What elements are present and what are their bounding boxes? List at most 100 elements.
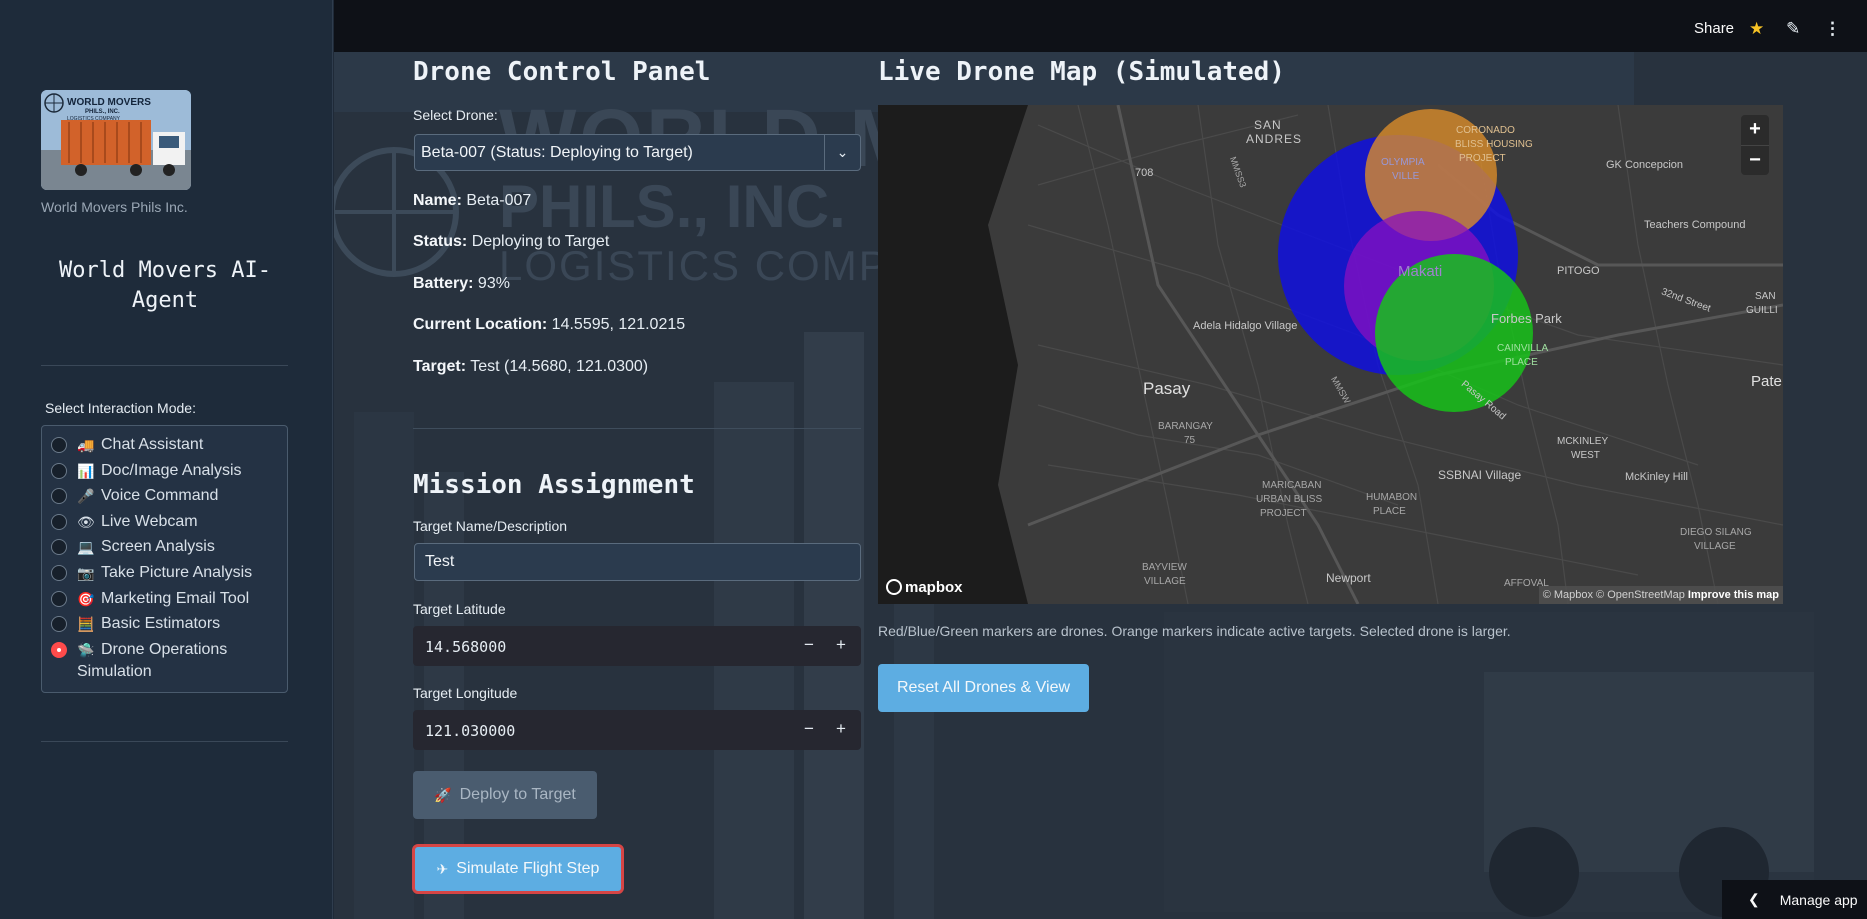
radio-button[interactable] [51, 591, 67, 607]
chevron-down-icon[interactable]: ⌄ [824, 135, 860, 170]
map-label: McKinley Hill [1625, 471, 1688, 483]
target-longitude-input[interactable]: 121.030000 − + [413, 710, 861, 750]
map-label: 708 [1135, 167, 1154, 179]
map-label: CORONADO [1456, 125, 1515, 136]
radio-button[interactable] [51, 463, 67, 479]
mode-label-text: Chat Assistant [101, 436, 204, 453]
improve-map-link[interactable]: Improve this map [1688, 589, 1779, 601]
map-label: PROJECT [1459, 153, 1506, 164]
mapbox-logo[interactable]: mapbox [886, 579, 963, 596]
battery-label: Battery: [413, 275, 474, 292]
latitude-value: 14.568000 [425, 638, 507, 656]
target-longitude-label: Target Longitude [413, 685, 518, 701]
map-label: HUMABON [1366, 492, 1418, 503]
map-label: PLACE [1373, 506, 1406, 517]
mode-label-text: Take Picture Analysis [101, 564, 253, 581]
location-label: Current Location: [413, 316, 548, 333]
mode-option-webcam[interactable]: 👁 Live Webcam [51, 511, 198, 533]
mode-option-doc-image[interactable]: 📊 Doc/Image Analysis [51, 460, 242, 482]
map-label: SAN [1755, 291, 1776, 302]
radio-button[interactable] [51, 616, 67, 632]
more-menu-icon[interactable]: ⋮ [1824, 19, 1841, 39]
target-latitude-input[interactable]: 14.568000 − + [413, 626, 861, 666]
mode-option-estimators[interactable]: 🧮 Basic Estimators [51, 613, 220, 635]
map-label: PITOGO [1557, 265, 1600, 277]
map-label: Pate [1751, 373, 1782, 390]
deploy-to-target-button[interactable]: 🚀 Deploy to Target [413, 771, 597, 819]
reset-drones-button[interactable]: Reset All Drones & View [878, 664, 1089, 712]
target-latitude-label: Target Latitude [413, 601, 506, 617]
radio-button[interactable] [51, 488, 67, 504]
name-label: Name: [413, 192, 462, 209]
drone-select-value: Beta-007 (Status: Deploying to Target) [421, 144, 693, 161]
mode-label-text: Live Webcam [101, 513, 198, 530]
target-name-input[interactable]: Test [414, 543, 861, 581]
select-drone-label: Select Drone: [413, 107, 498, 123]
app-title: World Movers AI- Agent [41, 256, 289, 316]
zoom-in-button[interactable]: + [1741, 115, 1769, 144]
map-label: BARANGAY [1158, 421, 1213, 432]
watermark-line2: PHILS., INC. [499, 173, 846, 240]
map-label: VILLAGE [1144, 576, 1186, 587]
logo-text-main: WORLD MOVERS [67, 97, 151, 108]
app-title-line1: World Movers AI- [59, 258, 271, 283]
mission-title: Mission Assignment [413, 470, 695, 500]
sidebar-divider-bottom [41, 741, 288, 742]
radio-button[interactable] [51, 514, 67, 530]
mode-option-voice[interactable]: 🎤 Voice Command [51, 485, 218, 507]
share-button[interactable]: Share [1694, 20, 1734, 37]
map-label: Pasay [1143, 379, 1191, 398]
map-canvas[interactable] [878, 105, 1783, 604]
camera-icon: 📷 [77, 565, 95, 581]
latitude-increment-button[interactable]: + [829, 634, 853, 658]
mode-option-drone[interactable]: 🛸 Drone Operations Simulation [51, 639, 227, 683]
radio-button[interactable] [51, 539, 67, 555]
edit-icon[interactable]: ✎ [1786, 19, 1800, 39]
mode-option-screen[interactable]: 💻 Screen Analysis [51, 536, 215, 558]
map-label: ANDRES [1246, 132, 1303, 146]
longitude-decrement-button[interactable]: − [797, 718, 821, 742]
abacus-icon: 🧮 [77, 616, 95, 632]
mode-label-text: Voice Command [101, 487, 219, 504]
eye-icon: 👁 [77, 514, 95, 530]
map-caption: Red/Blue/Green markers are drones. Orang… [878, 623, 1511, 639]
map-label: GK Concepcion [1606, 159, 1684, 171]
truck-icon: 🚚 [77, 437, 95, 453]
mode-label-line2: Simulation [77, 663, 152, 680]
zoom-out-button[interactable]: − [1741, 145, 1769, 174]
radio-button[interactable] [51, 437, 67, 453]
app-title-line2: Agent [131, 288, 199, 313]
manage-app-button[interactable]: ❮ Manage app [1722, 880, 1867, 919]
mode-label-text: Drone Operations Simulation [77, 639, 227, 683]
radio-button-selected[interactable] [51, 642, 67, 658]
map-label: 75 [1184, 435, 1196, 446]
map-label: MCKINLEY [1557, 436, 1609, 447]
drone-map[interactable]: SAN ANDRES 708 OLYMPIA VILLE CORONADO BL… [878, 105, 1783, 604]
company-logo: WORLD MOVERS PHILS., INC. LOGISTICS COMP… [41, 90, 191, 190]
mode-option-chat[interactable]: 🚚 Chat Assistant [51, 434, 203, 456]
sidebar: WORLD MOVERS PHILS., INC. LOGISTICS COMP… [0, 0, 333, 919]
longitude-increment-button[interactable]: + [829, 718, 853, 742]
map-label: OLYMPIA [1381, 157, 1425, 168]
section-divider [413, 428, 861, 429]
map-label: CAINVILLA [1497, 343, 1549, 354]
mode-option-marketing[interactable]: 🎯 Marketing Email Tool [51, 588, 249, 610]
map-label: URBAN BLISS [1256, 494, 1323, 505]
simulate-label: Simulate Flight Step [456, 860, 600, 877]
drone-select[interactable]: Beta-007 (Status: Deploying to Target) ⌄ [414, 134, 861, 171]
mode-option-picture[interactable]: 📷 Take Picture Analysis [51, 562, 252, 584]
drone-status-line: Status: Deploying to Target [413, 233, 609, 251]
battery-value: 93% [477, 275, 510, 292]
zoom-controls: + − [1741, 115, 1769, 175]
map-label: WEST [1571, 450, 1600, 461]
map-label: BAYVIEW [1142, 562, 1187, 573]
target-icon: 🎯 [77, 591, 95, 607]
star-icon[interactable]: ★ [1749, 19, 1764, 39]
latitude-decrement-button[interactable]: − [797, 634, 821, 658]
attribution-text[interactable]: © Mapbox © OpenStreetMap [1543, 589, 1685, 601]
radio-button[interactable] [51, 565, 67, 581]
top-bar [334, 0, 1867, 52]
simulate-flight-step-button[interactable]: ✈ Simulate Flight Step [412, 844, 624, 894]
map-label: PLACE [1505, 357, 1538, 368]
map-label: Makati [1398, 263, 1443, 280]
